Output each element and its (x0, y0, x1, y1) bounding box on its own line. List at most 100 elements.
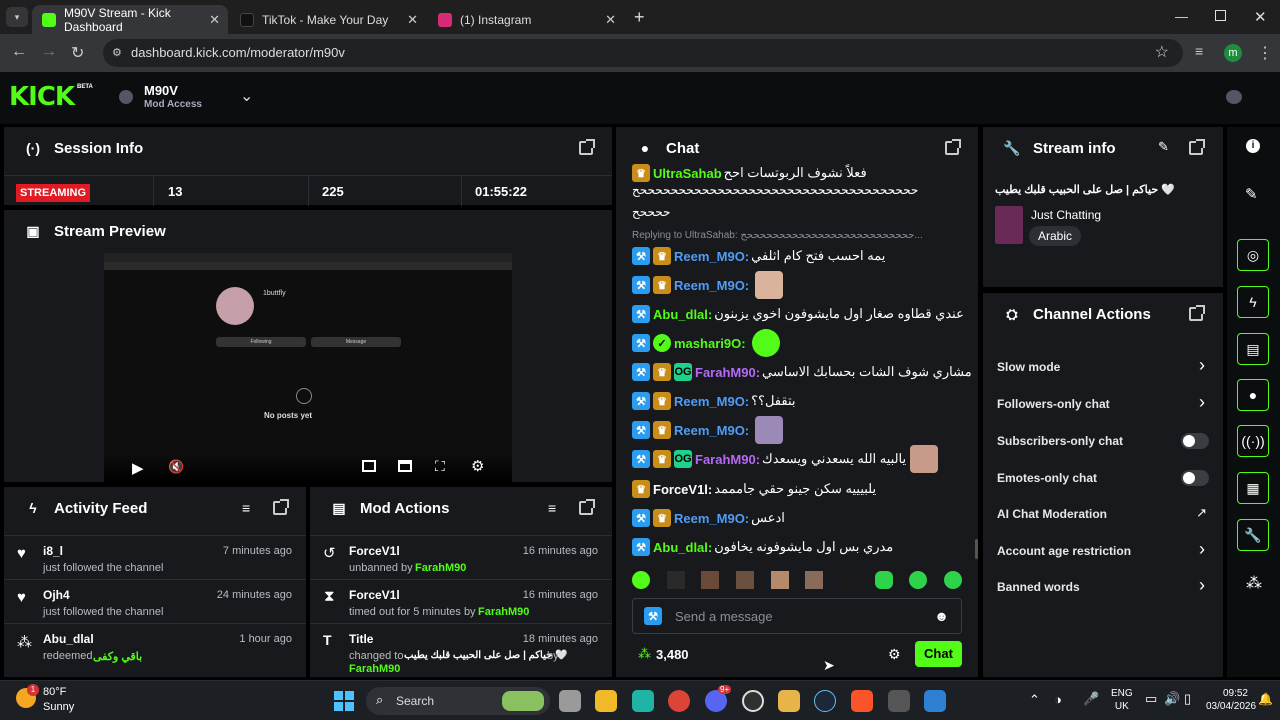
popout-icon[interactable] (1189, 305, 1205, 321)
theater-icon[interactable] (398, 460, 412, 472)
action-banned-words[interactable]: Banned words › (983, 575, 1223, 599)
emoji-picker-icon[interactable]: ☻ (934, 608, 949, 624)
kick-logo[interactable]: KICK (9, 84, 75, 110)
document-tool-button[interactable]: ▤ (1237, 333, 1269, 365)
notification-bell-icon[interactable]: 🔔 (1258, 692, 1273, 706)
emote-verified-icon[interactable] (632, 571, 650, 589)
channel-points[interactable]: 3,480 (656, 647, 689, 662)
edit-icon[interactable]: ✎ (1245, 185, 1258, 203)
forward-icon[interactable]: → (41, 43, 57, 61)
broadcast-tool-button[interactable]: ((·)) (1237, 425, 1269, 457)
brave-icon[interactable] (851, 690, 873, 712)
obs-icon[interactable] (742, 690, 764, 712)
reload-icon[interactable]: ↻ (71, 43, 84, 63)
chat-username[interactable]: Reem_M9O: (674, 278, 749, 293)
app-icon[interactable] (632, 690, 654, 712)
mute-icon[interactable]: 🔇 (168, 459, 184, 475)
layout-tool-button[interactable]: ▦ (1237, 472, 1269, 504)
clock[interactable]: 09:52 03/04/2026 (1206, 687, 1256, 713)
bookmark-star-icon[interactable]: ☆ (1155, 39, 1169, 67)
action-slow-mode[interactable]: Slow mode › (983, 355, 1223, 379)
emote-icon[interactable] (943, 571, 962, 589)
fullscreen-icon[interactable]: ⛶ (435, 458, 445, 475)
new-tab-button[interactable]: + (634, 7, 645, 28)
scrollbar-thumb[interactable] (975, 539, 978, 559)
chat-username[interactable]: Reem_M9O: (674, 394, 749, 409)
filter-icon[interactable]: ≡ (242, 500, 250, 516)
chat-username[interactable]: UltraSahab (653, 166, 722, 181)
tab-instagram[interactable]: (1) Instagram ✕ (428, 5, 624, 34)
popout-icon[interactable] (945, 139, 961, 155)
settings-icon[interactable]: ⚙ (471, 457, 484, 475)
emote-icon[interactable] (666, 571, 685, 589)
steam-icon[interactable] (814, 690, 836, 712)
play-icon[interactable]: ▶ (132, 459, 144, 477)
chat-username[interactable]: FarahM90: (695, 452, 760, 467)
chat-messages[interactable]: ♛ UltraSahab فعلاً نشوف الربوتسات احح حح… (616, 161, 978, 591)
language-indicator[interactable]: ENG UK (1111, 687, 1133, 713)
popout-icon[interactable] (273, 499, 289, 515)
close-tab-icon[interactable]: ✕ (605, 12, 616, 28)
edit-pencil-icon[interactable]: ✎ (1158, 139, 1169, 155)
action-account-age[interactable]: Account age restriction › (983, 539, 1223, 563)
emote-icon[interactable] (735, 571, 754, 589)
reply-indicator[interactable]: Replying to UltraSahab: حححححححححححححححح… (632, 230, 962, 241)
category-name[interactable]: Just Chatting (1031, 208, 1101, 222)
vpn-icon[interactable] (924, 690, 946, 712)
tab-kick-dashboard[interactable]: M90V Stream - Kick Dashboard ✕ (32, 5, 228, 34)
file-explorer-icon[interactable] (595, 690, 617, 712)
start-windows-icon[interactable] (334, 691, 354, 711)
emote-icon[interactable] (805, 571, 824, 589)
microphone-icon[interactable]: 🎤 (1083, 691, 1099, 707)
camera-tool-button[interactable]: ◎ (1237, 239, 1269, 271)
site-info-icon[interactable]: ⚙ (112, 39, 122, 67)
popout-icon[interactable] (579, 499, 595, 515)
chat-username[interactable]: Reem_M9O: (674, 249, 749, 264)
restore-button[interactable] (1215, 10, 1226, 21)
minimize-button[interactable]: — (1175, 9, 1188, 24)
chat-username[interactable]: Reem_M9O: (674, 511, 749, 526)
taskbar-search[interactable]: ⌕ Search (366, 687, 550, 715)
tab-tiktok[interactable]: TikTok - Make Your Day ✕ (230, 5, 426, 34)
video-player[interactable]: 1buttfly Following Message No posts yet … (104, 253, 512, 482)
close-tab-icon[interactable]: ✕ (209, 12, 220, 28)
chat-input[interactable]: ⚒ Send a message ☻ (632, 598, 962, 634)
emote-icon[interactable] (770, 571, 789, 589)
mod-action-by[interactable]: FarahM90 (349, 663, 400, 675)
close-window-button[interactable]: ✕ (1254, 8, 1267, 26)
network-icon[interactable]: ▭ (1145, 691, 1157, 707)
chat-tool-button[interactable]: ● (1237, 379, 1269, 411)
chat-username[interactable]: Reem_M9O: (674, 423, 749, 438)
filter-icon[interactable]: ≡ (548, 500, 556, 516)
folder-icon[interactable] (778, 690, 800, 712)
user-avatar[interactable] (1226, 90, 1242, 104)
chat-username[interactable]: ForceV1l: (653, 482, 712, 497)
profile-avatar[interactable]: m (1224, 44, 1242, 62)
points-tool-icon[interactable]: ⁂ (1246, 573, 1262, 593)
close-tab-icon[interactable]: ✕ (407, 12, 418, 28)
url-field[interactable]: ⚙ dashboard.kick.com/moderator/m90v ☆ (103, 39, 1183, 67)
tray-app-icon[interactable]: ◑ (1054, 692, 1062, 707)
app-icon[interactable] (888, 690, 910, 712)
popout-icon[interactable] (1189, 139, 1205, 155)
channel-switch-chevron-icon[interactable]: ⌄ (240, 86, 253, 106)
tray-chevron-icon[interactable]: ⌃ (1029, 692, 1040, 708)
browser-menu-icon[interactable]: ⋮ (1257, 43, 1273, 63)
volume-icon[interactable]: 🔊 (1164, 691, 1180, 707)
emote-icon[interactable] (874, 571, 893, 589)
mod-action-user[interactable]: ForceV1l (349, 588, 400, 602)
chat-username[interactable]: Abu_dlal: (653, 307, 712, 322)
emote-icon[interactable] (839, 571, 858, 589)
emote-icon[interactable] (909, 571, 928, 589)
activity-user[interactable]: i8_l (43, 544, 63, 558)
tab-list-button[interactable]: ▾ (6, 7, 28, 27)
popout-icon[interactable] (579, 139, 595, 155)
activity-user[interactable]: Ojh4 (43, 588, 70, 602)
info-icon[interactable]: i (1246, 139, 1260, 153)
mod-action-by[interactable]: FarahM90 (415, 562, 466, 574)
mod-action-user[interactable]: ForceV1l (349, 544, 400, 558)
task-view-icon[interactable] (559, 690, 581, 712)
pip-icon[interactable] (362, 460, 376, 472)
subscribers-only-toggle[interactable] (1181, 433, 1209, 449)
media-controls-icon[interactable]: ≡ (1195, 43, 1203, 59)
